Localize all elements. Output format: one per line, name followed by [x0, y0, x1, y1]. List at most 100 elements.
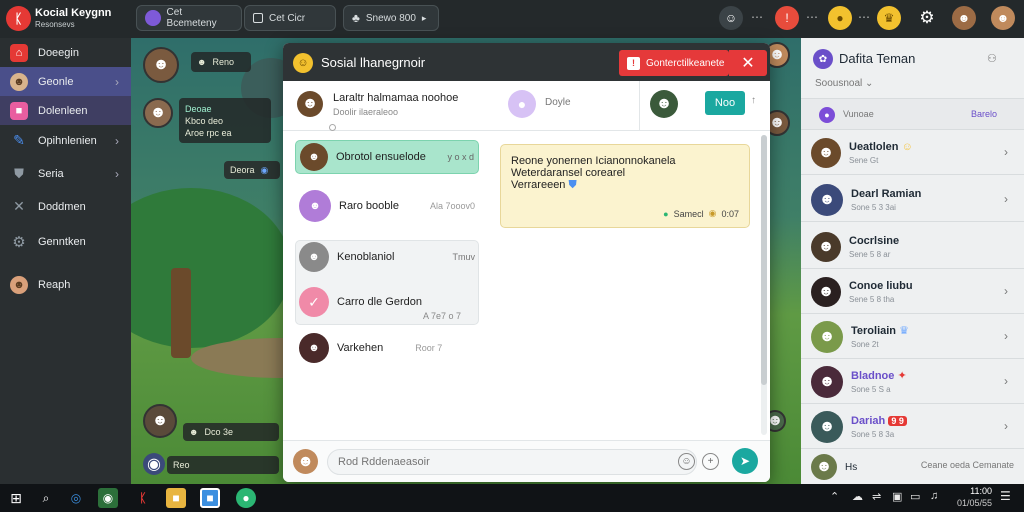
trophy-icon[interactable]: ♛	[877, 6, 901, 30]
more-icon-3[interactable]: ⋯	[858, 10, 870, 24]
avatar[interactable]: ☻	[952, 6, 976, 30]
clock-date[interactable]: 01/05/55	[946, 498, 992, 508]
scrollbar-thumb[interactable]	[761, 135, 767, 385]
send-icon[interactable]: ➤	[732, 448, 758, 474]
friend-item[interactable]: ☻ Teroliain ♛ Sone 2t ›	[801, 315, 1024, 359]
friend-text: Dariah 9 9 Sone 5 8 3a	[851, 415, 907, 439]
home-icon: ⌂	[10, 43, 28, 62]
friend-item[interactable]: ☻ Hs Ceane oeda Cemanate	[801, 450, 1024, 484]
more-icon[interactable]: ⋯	[751, 10, 763, 24]
cloud-icon[interactable]: ☁	[852, 490, 863, 503]
sidebar-item-profile[interactable]: ☻ Reaph	[0, 270, 131, 299]
friend-item[interactable]: ☻ Cocrlsine Sene 5 8 ar	[801, 225, 1024, 269]
send-button[interactable]: Noo	[705, 91, 745, 115]
tab-pill[interactable]: Cet Cicr	[244, 5, 336, 31]
attach-icon[interactable]: +	[702, 453, 719, 470]
filter-row[interactable]: ● Vunoae Barelo	[801, 98, 1024, 130]
friend-item[interactable]: ☻ Bladnoe ✦ Sone 5 S a ›	[801, 360, 1024, 404]
list-item[interactable]: ☻ Kenoblaniol Tmuv	[295, 240, 479, 274]
sidebar-item-shield[interactable]: ⛊ Seria ›	[0, 159, 131, 188]
search-icon[interactable]: ⌕	[36, 488, 56, 508]
volume-icon[interactable]: ♫	[930, 490, 938, 502]
avatar[interactable]: ☻	[297, 91, 323, 117]
warning-badge[interactable]: ! Gonterctilkeanete	[619, 50, 729, 76]
app-taskbar-icon[interactable]: ᛕ	[133, 488, 153, 508]
friend-item[interactable]: ☻ Dariah 9 9 Sone 5 8 3a ›	[801, 405, 1024, 449]
list-item[interactable]: ☻ Obrotol ensuelode y o x d	[295, 140, 479, 174]
sidebar-item-folder[interactable]: ■ Dolenleen	[0, 96, 131, 125]
friend-name-text: Teroliain	[851, 325, 897, 337]
avatar-2[interactable]: ☻	[991, 6, 1015, 30]
tools-icon: ✕	[13, 198, 25, 214]
user-icon[interactable]: ☺	[719, 6, 743, 30]
emoji-icon[interactable]: ☺	[678, 453, 695, 470]
notification-center-icon[interactable]: ☰	[1000, 489, 1011, 503]
display-icon[interactable]: ▣	[892, 490, 902, 503]
folder-icon: ■	[10, 101, 28, 120]
avatar[interactable]: ☻	[143, 404, 177, 438]
globe-icon[interactable]: ◉	[143, 453, 165, 475]
tray-chevron-icon[interactable]: ⌃	[830, 490, 839, 503]
avatar: ☻	[811, 410, 843, 443]
settings-icon[interactable]: ⚙	[915, 6, 939, 30]
list-item[interactable]: ☻ Varkehen Roor 7	[295, 331, 479, 365]
battery-icon[interactable]: ▭	[910, 490, 920, 503]
taskbar: ⊞ ⌕ ◎ ◉ ᛕ ■ ■ ● ⌃ ☁ ⇌ ▣ ▭ ♫ 11:00 01/05/…	[0, 484, 1024, 512]
scene-chat-bubble: Deora ◉	[224, 161, 280, 179]
avatar[interactable]: ☻	[143, 98, 173, 128]
network-icon[interactable]: ⇌	[872, 490, 881, 503]
user-icon[interactable]: ●	[508, 90, 536, 118]
game-pill[interactable]: ♣ Snewo 800 ▸	[343, 5, 439, 31]
avatar[interactable]: ☻	[143, 47, 179, 83]
search-pill[interactable]: Cet Bcemeteny	[136, 5, 242, 31]
store-icon[interactable]: ■	[200, 488, 220, 508]
list-item[interactable]: ☻ Raro booble Ala 7ooov0	[295, 188, 479, 224]
coin-icon[interactable]: ●	[828, 6, 852, 30]
scroll-up-icon[interactable]: ↑	[751, 95, 756, 106]
close-button[interactable]: ✕	[729, 50, 767, 76]
sidebar-item-pen[interactable]: ✎ Opihnlenien ›	[0, 126, 131, 155]
sidebar-item-label: Geonle	[38, 75, 74, 88]
message-input[interactable]	[327, 449, 697, 475]
friend-status: Sone 2t	[851, 340, 879, 349]
filter-icon: ●	[819, 107, 835, 123]
avatar[interactable]: ☻	[650, 90, 678, 118]
people-icon: ☻	[10, 72, 28, 91]
status-dropdown[interactable]: Soousnoal ⌄	[815, 78, 873, 89]
chevron-right-icon: ›	[115, 166, 119, 181]
bubble-label: Reno	[212, 57, 234, 67]
app-logo[interactable]: ᛕ	[6, 6, 31, 31]
filter-action[interactable]: Barelo	[971, 109, 997, 119]
friend-name: Dariah 9 9	[851, 415, 907, 427]
clock-time[interactable]: 11:00	[952, 486, 992, 496]
friend-item[interactable]: ☻ Conoe liubu Sene 5 8 tha ›	[801, 270, 1024, 314]
friend-item[interactable]: ☻ Dearl Ramian Sone 5 3 3ai ›	[801, 178, 1024, 222]
task-view-icon[interactable]: ◎	[66, 488, 86, 508]
sidebar-item-tools[interactable]: ✕ Doddmen	[0, 192, 131, 221]
sidebar-item-people[interactable]: ☻ Geonle ›	[0, 67, 131, 96]
message-text: Carro dle Gerdon	[337, 296, 422, 308]
browser-icon[interactable]: ◉	[98, 488, 118, 508]
arrow-icon: ›	[1004, 419, 1008, 433]
message-meta: A 7e7 o 7	[423, 311, 462, 321]
add-user-icon[interactable]: ⚇	[987, 52, 997, 65]
friend-item[interactable]: ☻ Ueatlolen ☺ Sene Gt ›	[801, 131, 1024, 175]
windows-start-icon[interactable]: ⊞	[6, 488, 26, 508]
avatar: ☻	[811, 320, 843, 353]
chrome-icon[interactable]: ●	[236, 488, 256, 508]
message-meta: Ala 7ooov0	[429, 201, 475, 211]
badge-icon: ♛	[899, 325, 909, 337]
sidebar-item-home[interactable]: ⌂ Doeegin	[0, 38, 131, 67]
shield-icon: ⛊	[568, 179, 577, 191]
app-title: Kocial Keygnn	[35, 7, 112, 19]
notification-icon[interactable]: !	[775, 6, 799, 30]
friend-text: Bladnoe ✦ Sone 5 S a	[851, 369, 907, 394]
window-icon	[253, 13, 263, 23]
arrow-icon: ›	[1004, 329, 1008, 343]
gear-icon: ⚙	[12, 233, 26, 251]
sidebar-item-gear[interactable]: ⚙ Genntken	[0, 227, 131, 256]
folder-icon[interactable]: ■	[166, 488, 186, 508]
tab-pill-label: Cet Cicr	[269, 12, 306, 24]
friends-panel: ✿ Dafita Teman ⚇ Soousnoal ⌄ ● Vunoae Ba…	[801, 38, 1024, 484]
more-icon-2[interactable]: ⋯	[806, 10, 818, 24]
